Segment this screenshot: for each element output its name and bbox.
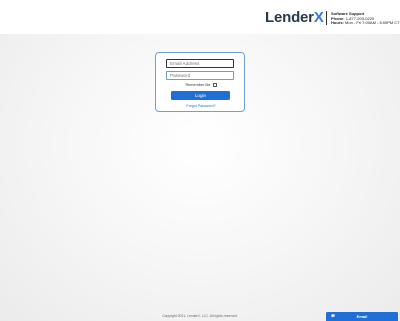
forgot-password-link[interactable]: Forgot Password? [156,104,246,108]
remember-me-row: Remember Me [156,83,246,87]
support-info: Software Support Phone: 1-877-203-0220 H… [331,11,400,26]
logo-main-text: Lender [265,9,314,26]
password-input[interactable] [166,71,234,80]
remember-me-checkbox[interactable] [212,83,217,87]
login-card: Remember Me Login Forgot Password? [155,52,245,112]
lenderx-logo[interactable]: LenderX [265,9,324,26]
remember-me-label: Remember Me [185,83,211,87]
email-widget-label: Email [356,314,368,319]
header: LenderX Software Support Phone: 1-877-20… [0,0,400,34]
support-hours-label: Hours: [331,20,344,26]
email-widget-button[interactable]: Email [326,312,398,321]
header-divider [326,11,327,25]
support-hours-value: Mon - Fri 7:00AM - 6:00PM CT [345,20,400,26]
email-input[interactable] [166,59,234,68]
login-button[interactable]: Login [171,91,230,100]
logo-accent-text: X [313,9,324,26]
